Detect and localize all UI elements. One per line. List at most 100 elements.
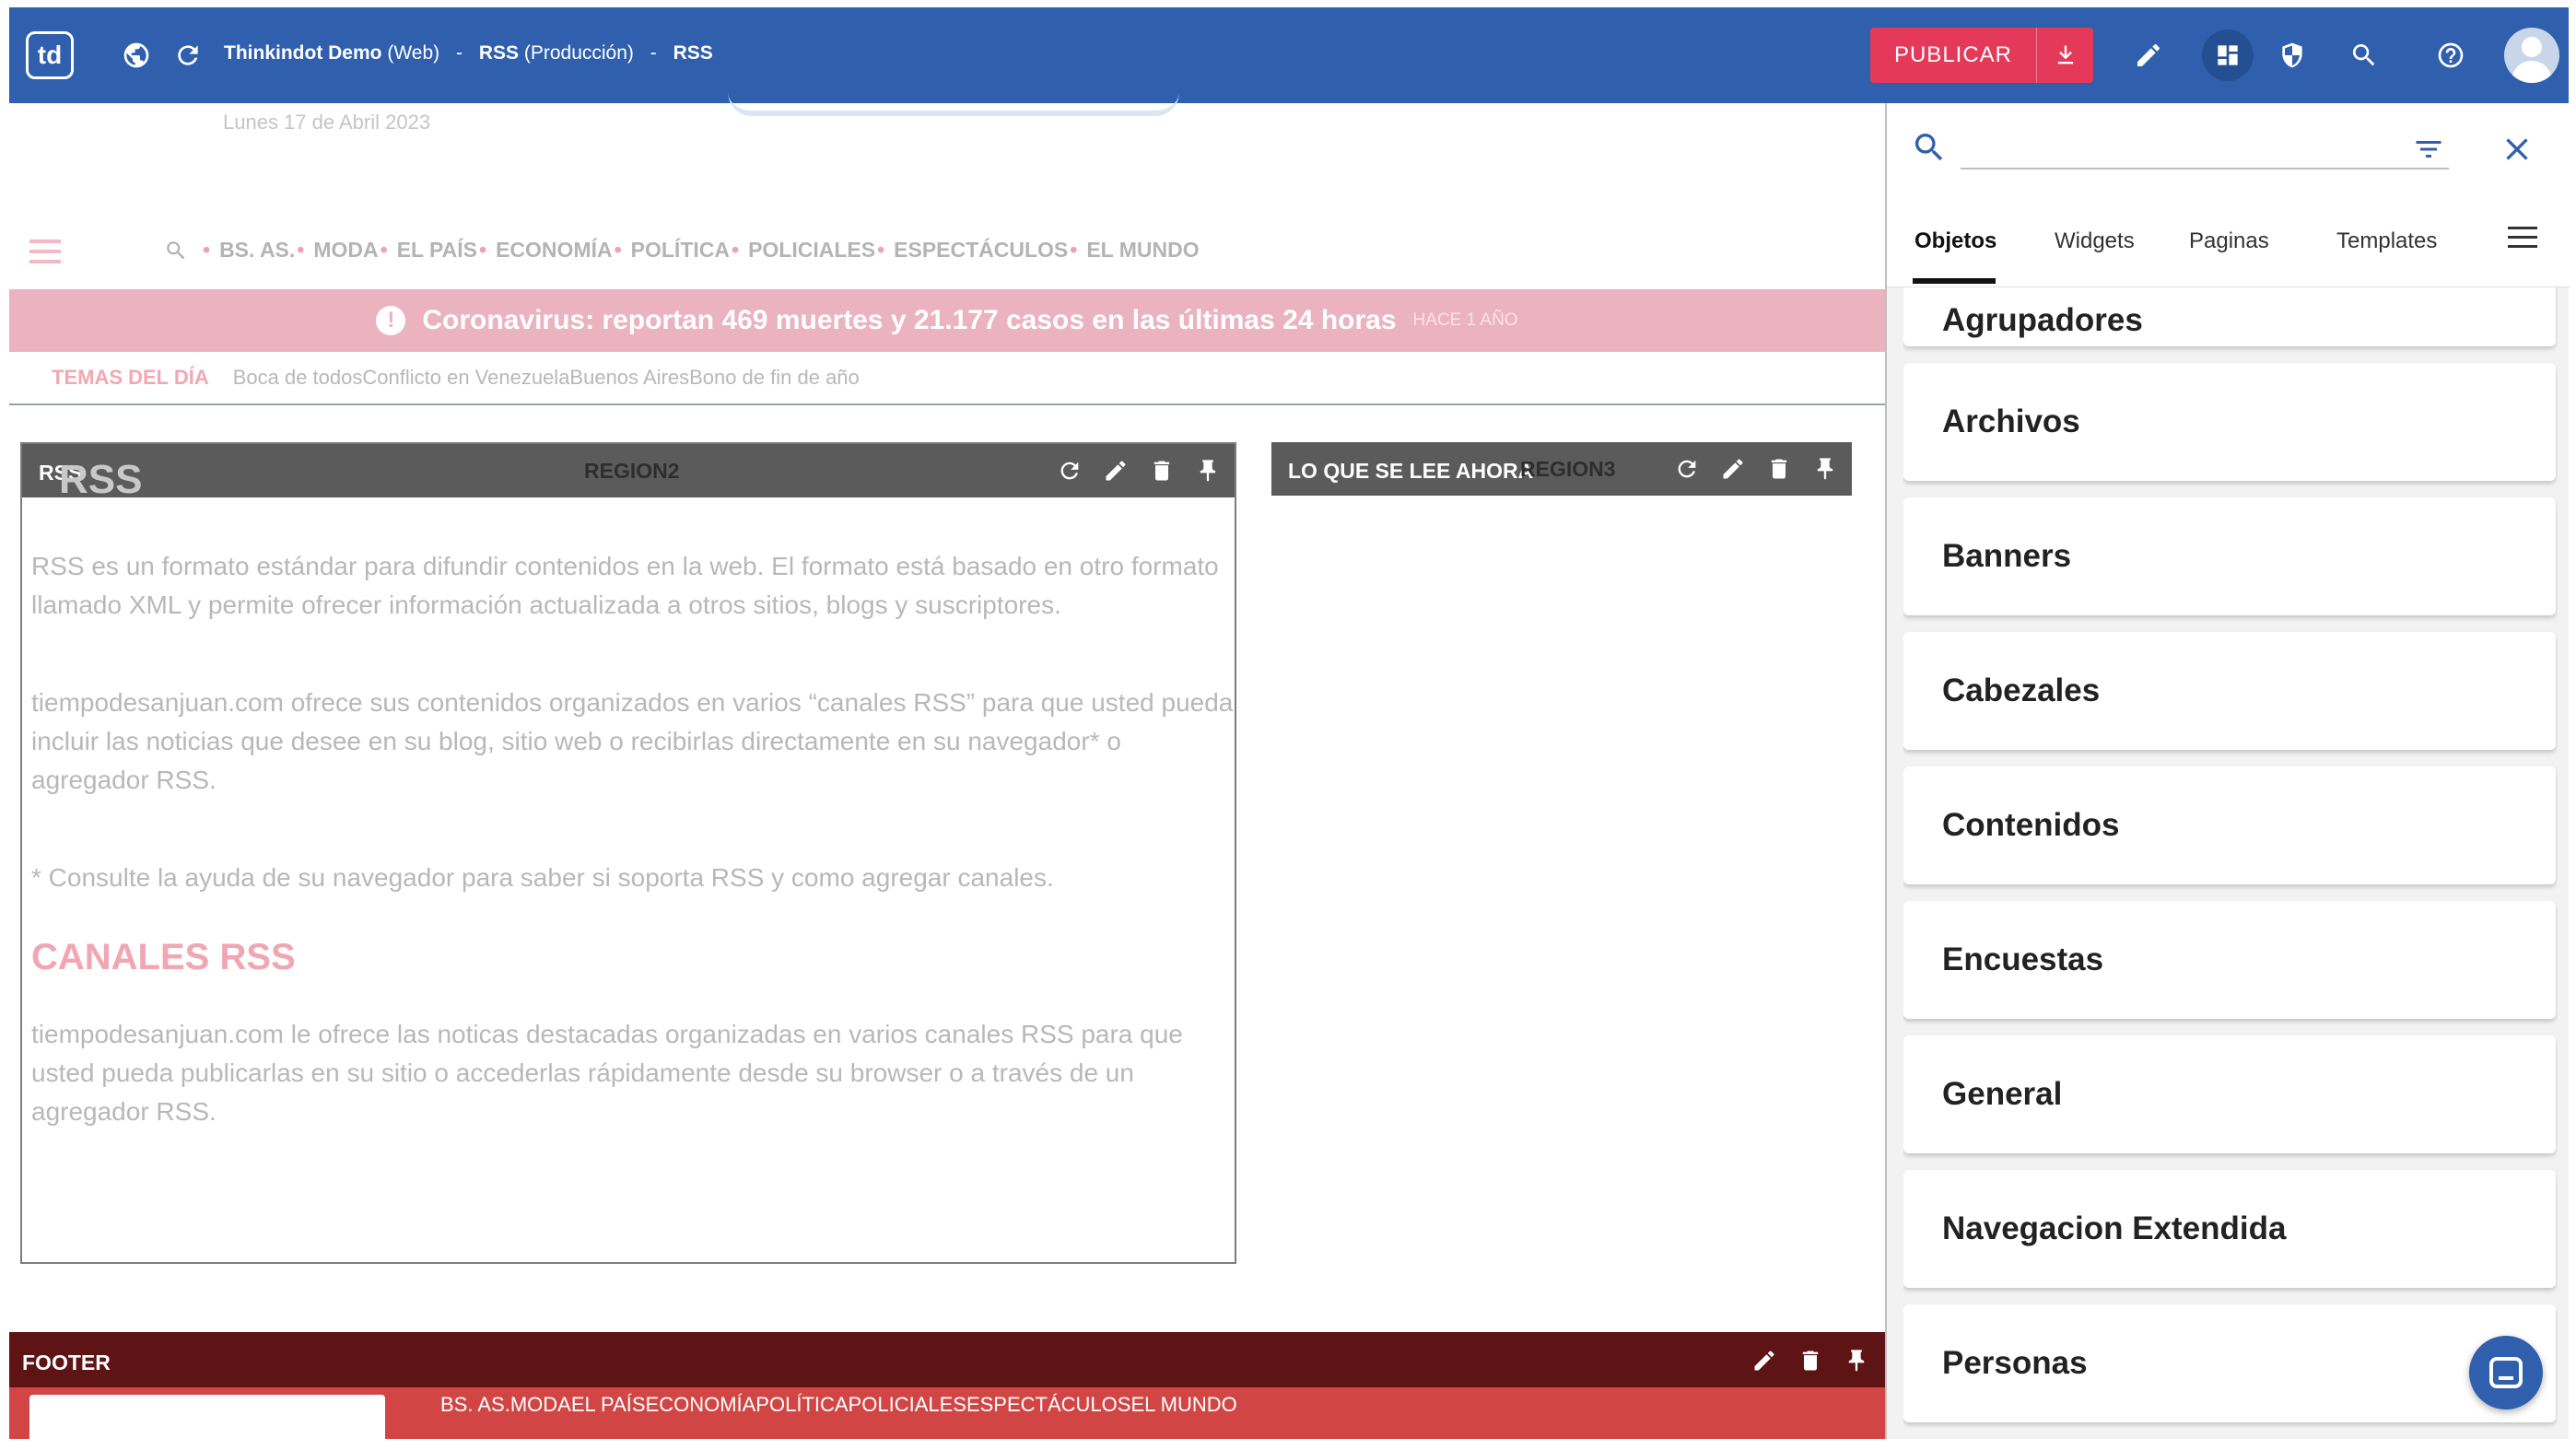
avatar[interactable] — [2504, 28, 2559, 83]
region-rss-bar: RSS RSS REGION2 — [22, 444, 1235, 502]
region-rss-name: REGION2 — [584, 459, 680, 483]
breadcrumb-separator: - — [455, 42, 463, 64]
refresh-icon[interactable] — [170, 37, 206, 74]
site-nav-item[interactable]: MODA — [313, 238, 378, 263]
region-rss[interactable]: RSS RSS REGION2 RSS es un formato estánd… — [20, 442, 1236, 1264]
search-icon[interactable] — [2346, 37, 2383, 74]
nav-dot: • — [203, 238, 211, 262]
category-label: Archivos — [1942, 403, 2080, 439]
download-icon[interactable] — [2036, 28, 2093, 83]
rss-content: RSS es un formato estándar para difundir… — [31, 547, 1238, 1190]
breadcrumb-separator: - — [650, 42, 657, 64]
chat-button[interactable] — [2469, 1336, 2543, 1409]
region-lee-tools — [1655, 455, 1839, 483]
alert-text: Coronavirus: reportan 469 muertes y 21.1… — [422, 305, 1397, 335]
footer-strip: BS. AS.MODAEL PAÍSECONOMÍAPOLÍTICAPOLICI… — [9, 1387, 1885, 1439]
shield-icon[interactable] — [2274, 37, 2311, 74]
pencil-icon[interactable] — [1719, 455, 1747, 483]
refresh-icon[interactable] — [1673, 455, 1701, 483]
alert-icon: ! — [376, 306, 406, 335]
globe-icon[interactable] — [118, 37, 155, 74]
site-nav-item[interactable]: ESPECTÁCULOS — [894, 238, 1068, 263]
top-bar: td Thinkindot Demo (Web) - RSS (Producci… — [9, 7, 2569, 103]
tab-objetos[interactable]: Objetos — [1914, 228, 1996, 254]
temas-label: TEMAS DEL DÍA — [52, 366, 209, 389]
trash-icon[interactable] — [1797, 1347, 1824, 1374]
site-nav-item[interactable]: EL PAÍS — [397, 238, 477, 263]
publish-button-label: PUBLICAR — [1893, 42, 2013, 67]
site-date: Lunes 17 de Abril 2023 — [223, 111, 431, 134]
category-label: Banners — [1942, 538, 2072, 574]
tab-widgets[interactable]: Widgets — [2055, 228, 2135, 254]
close-icon[interactable] — [2499, 131, 2535, 168]
avatar-head — [2522, 37, 2542, 57]
app-logo[interactable]: td — [26, 31, 74, 79]
trash-icon[interactable] — [1765, 455, 1793, 483]
category-item[interactable]: Banners — [1903, 497, 2556, 615]
temas-items[interactable]: Boca de todosConflicto en VenezuelaBueno… — [233, 366, 860, 390]
site-nav-item[interactable]: POLICIALES — [748, 238, 875, 263]
category-list: Agrupadores Archivos Banners Cabezales C… — [1903, 287, 2558, 1439]
site-logo — [728, 92, 1179, 116]
breadcrumb-page[interactable]: RSS — [479, 42, 519, 64]
region-footer-tools — [1732, 1347, 1870, 1374]
chat-icon — [2489, 1357, 2523, 1388]
site-search-icon[interactable] — [164, 239, 188, 263]
rss-paragraph: RSS es un formato estándar para difundir… — [31, 552, 1219, 619]
active-tab-indicator — [1913, 278, 1996, 284]
category-item[interactable]: Contenidos — [1903, 766, 2556, 884]
refresh-icon[interactable] — [1056, 457, 1083, 485]
site-nav-item[interactable]: POLÍTICA — [631, 238, 730, 263]
menu-icon[interactable] — [2508, 227, 2537, 251]
site-menu-icon[interactable] — [29, 240, 61, 263]
category-item[interactable]: Navegacion Extendida — [1903, 1170, 2556, 1288]
dashboard-icon[interactable] — [2202, 29, 2254, 81]
region-footer[interactable]: FOOTER BS. AS.MODAEL PAÍSECONOMÍAPOLÍTIC… — [9, 1332, 1885, 1439]
breadcrumb-page-env: (Producción) — [523, 42, 634, 64]
site-nav-item[interactable]: EL MUNDO — [1086, 238, 1199, 263]
category-label: Encuestas — [1942, 941, 2104, 977]
category-item[interactable]: General — [1903, 1035, 2556, 1153]
panel-search — [1887, 103, 2570, 195]
breadcrumb-site[interactable]: Thinkindot Demo — [224, 42, 382, 64]
category-item[interactable]: Cabezales — [1903, 632, 2556, 750]
category-item[interactable]: Encuestas — [1903, 901, 2556, 1019]
category-label: General — [1942, 1076, 2063, 1112]
breadcrumb-site-env: (Web) — [387, 42, 440, 64]
tab-paginas[interactable]: Paginas — [2189, 228, 2269, 254]
region-footer-title: FOOTER — [22, 1351, 111, 1374]
filter-icon[interactable] — [2412, 133, 2445, 166]
pin-icon[interactable] — [1811, 455, 1839, 483]
category-item[interactable]: Archivos — [1903, 363, 2556, 481]
region-lee-name: REGION3 — [1520, 457, 1616, 481]
breadcrumb: Thinkindot Demo (Web) - RSS (Producción)… — [224, 42, 713, 64]
pencil-icon[interactable] — [2130, 37, 2167, 74]
pencil-icon[interactable] — [1751, 1347, 1778, 1374]
region-footer-bar: FOOTER — [9, 1332, 1885, 1387]
category-item[interactable]: Personas — [1903, 1304, 2556, 1422]
region-rss-tools — [1037, 457, 1222, 485]
category-label: Contenidos — [1942, 807, 2120, 843]
pin-icon[interactable] — [1194, 457, 1222, 485]
avatar-body — [2512, 61, 2552, 83]
alert-banner[interactable]: ! Coronavirus: reportan 469 muertes y 21… — [9, 289, 1885, 352]
panel-search-input[interactable] — [1961, 125, 2449, 170]
pin-icon[interactable] — [1843, 1347, 1870, 1374]
help-icon[interactable] — [2432, 37, 2469, 74]
category-label: Cabezales — [1942, 672, 2101, 708]
rss-paragraph: tiempodesanjuan.com ofrece sus contenido… — [31, 688, 1234, 794]
site-nav-item[interactable]: BS. AS. — [219, 238, 295, 263]
publish-button[interactable]: PUBLICAR — [1870, 28, 2093, 83]
trash-icon[interactable] — [1148, 457, 1176, 485]
alert-time: HACE 1 AÑO — [1412, 310, 1518, 330]
search-icon — [1911, 129, 1948, 166]
tab-templates[interactable]: Templates — [2336, 228, 2437, 254]
site-nav-item[interactable]: ECONOMÍA — [496, 238, 613, 263]
region-lee-ahora[interactable]: LO QUE SE LEE AHORA REGION3 — [1271, 442, 1852, 496]
footer-links[interactable]: BS. AS.MODAEL PAÍSECONOMÍAPOLÍTICAPOLICI… — [440, 1393, 1237, 1417]
category-item[interactable]: Agrupadores — [1903, 287, 2556, 346]
objects-panel: Objetos Widgets Paginas Templates Agrupa… — [1885, 103, 2570, 1439]
pencil-icon[interactable] — [1102, 457, 1130, 485]
region-rss-ghost-title: RSS — [59, 457, 143, 502]
footer-logo-box — [29, 1395, 385, 1439]
